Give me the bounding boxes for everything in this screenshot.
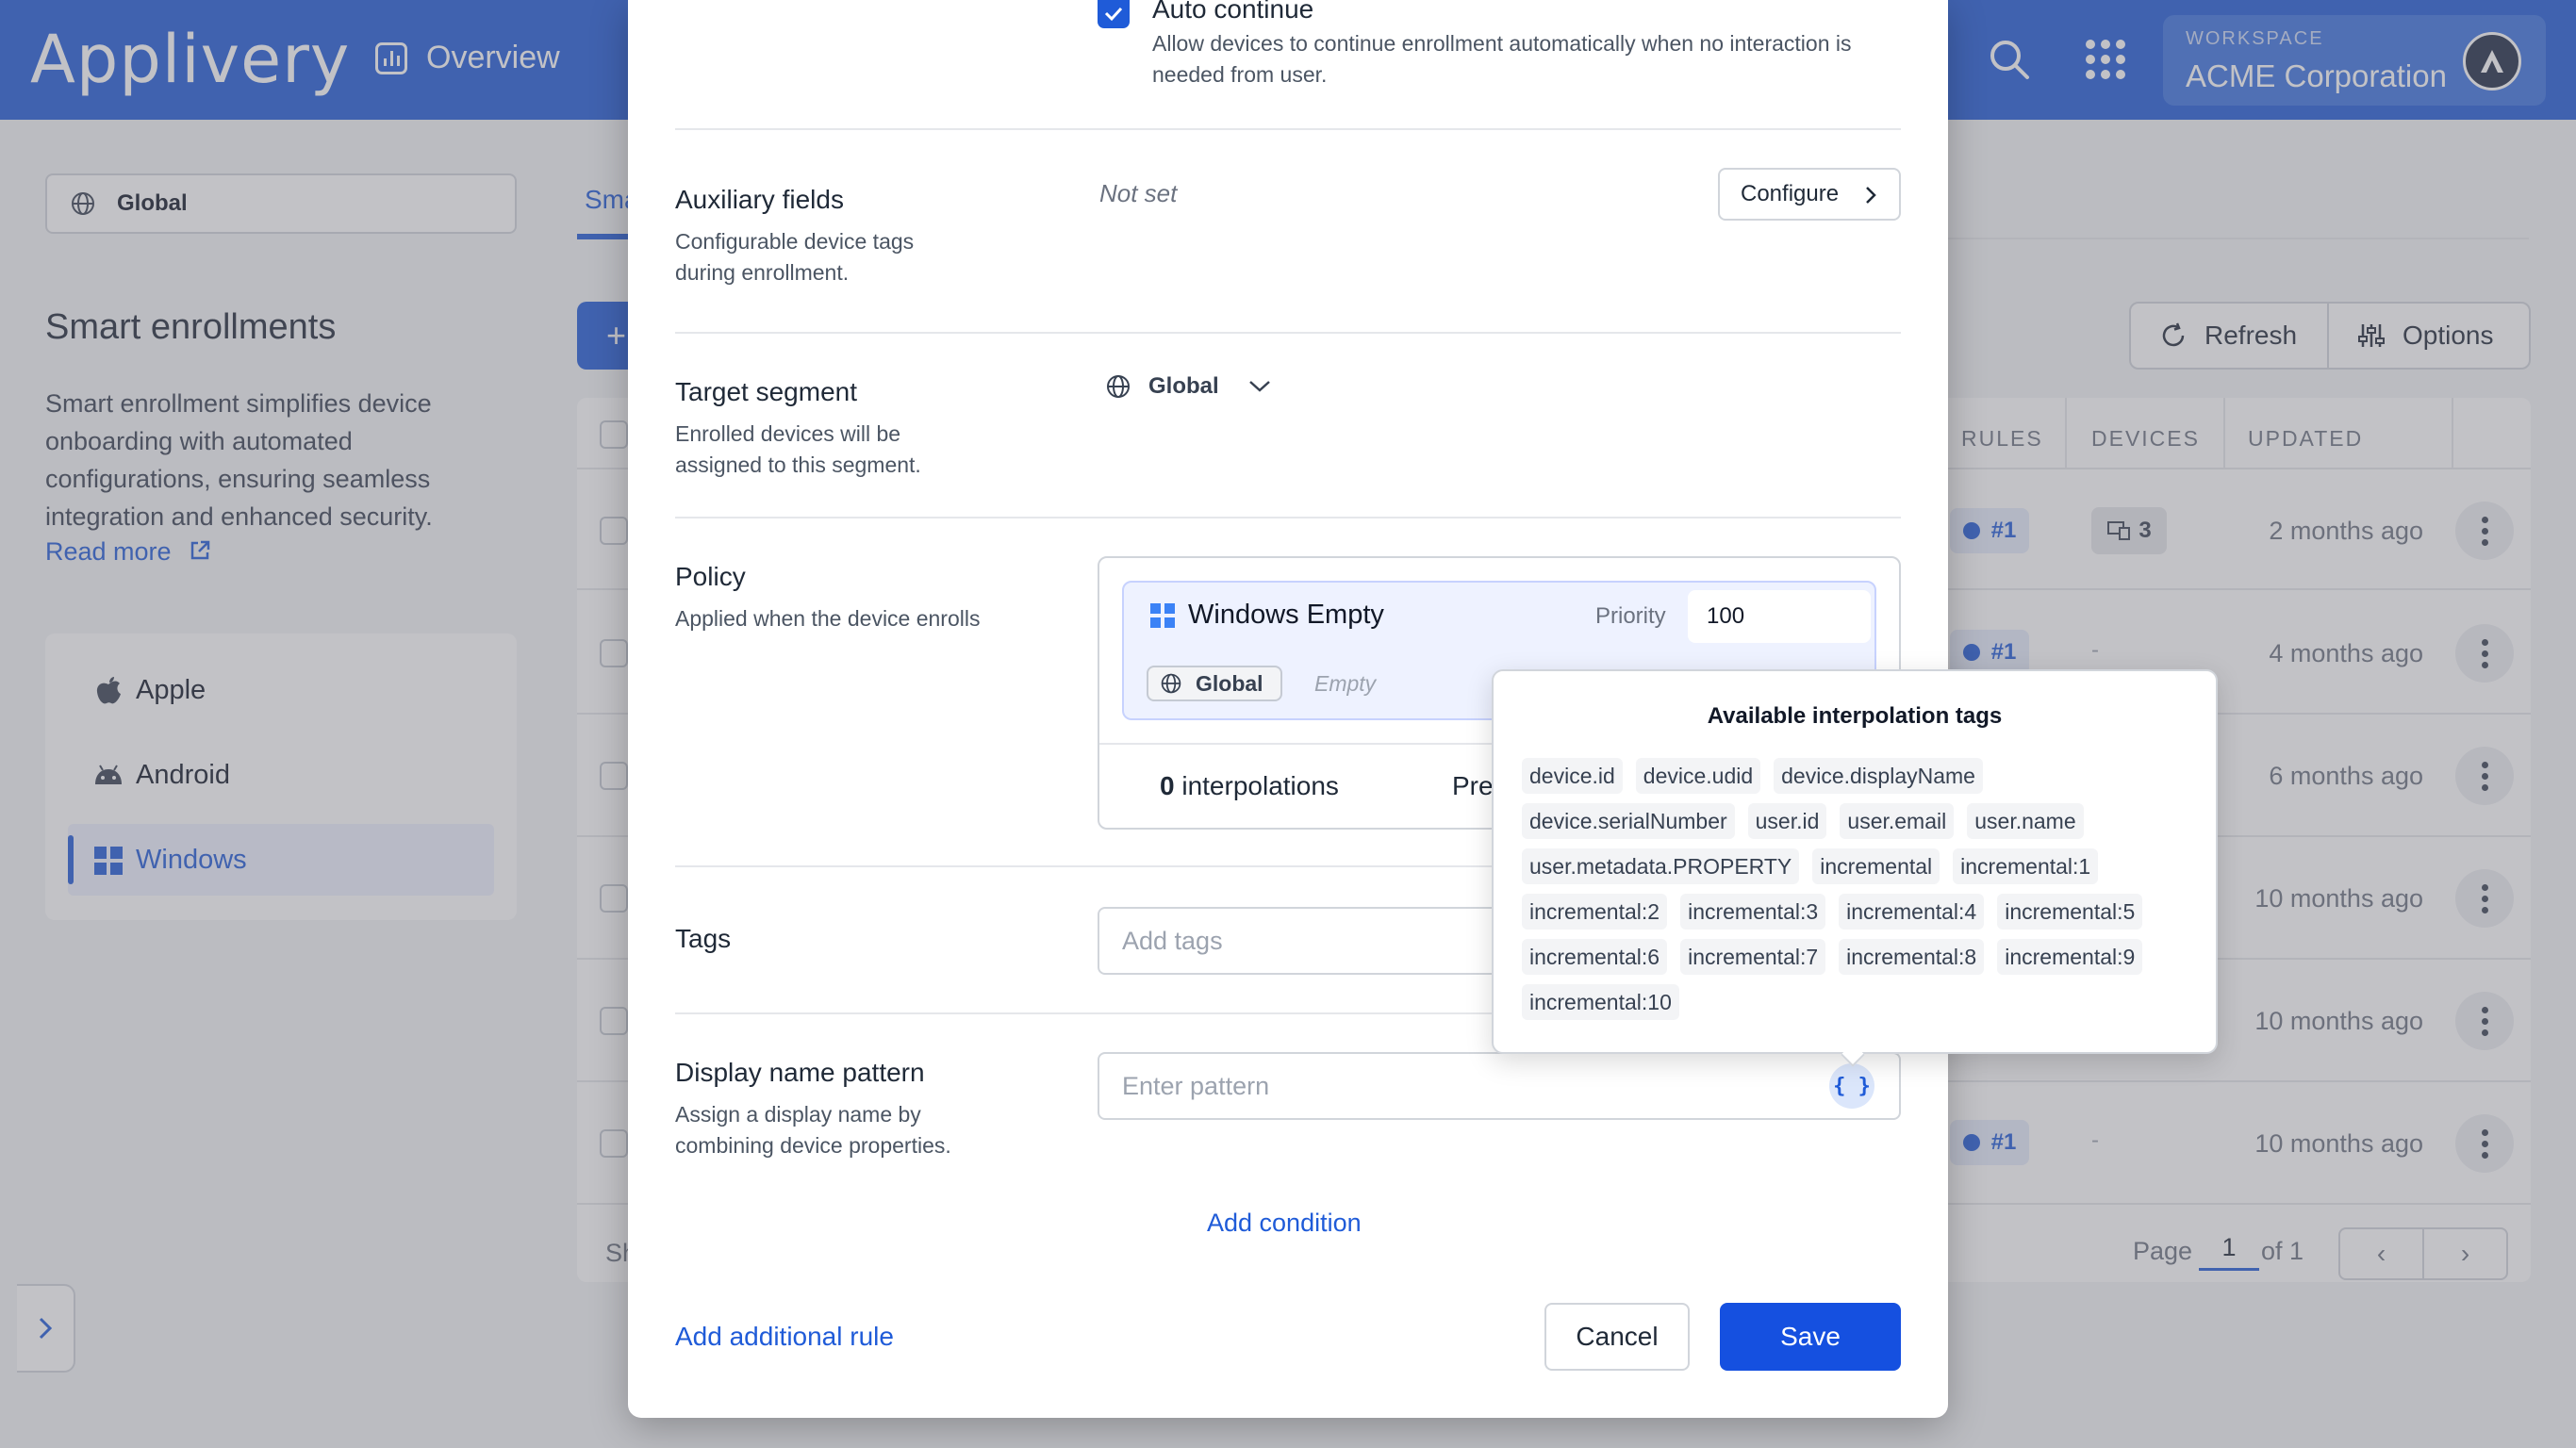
auto-continue-title: Auto continue (1152, 0, 1314, 24)
globe-icon (1161, 673, 1181, 694)
policy-segment-chip: Global (1147, 666, 1282, 701)
interpolations-count: 0 (1160, 771, 1175, 800)
interpolation-tag[interactable]: user.id (1747, 803, 1827, 839)
add-additional-rule-link[interactable]: Add additional rule (675, 1322, 894, 1352)
interpolation-tag[interactable]: user.name (1967, 803, 2084, 839)
interpolation-tag-list: device.id device.udid device.displayName… (1522, 758, 2201, 1020)
interpolation-tag[interactable]: incremental:1 (1953, 848, 2099, 884)
policy-title: Policy (675, 562, 746, 591)
policy-segment-label: Global (1196, 670, 1263, 696)
priority-input[interactable]: 100 (1688, 590, 1871, 643)
preview-tab[interactable]: Pre (1452, 771, 1494, 801)
target-segment-value: Global (1148, 373, 1219, 399)
interpolation-tag[interactable]: incremental:3 (1680, 894, 1826, 930)
auto-continue-checkbox[interactable] (1098, 0, 1130, 28)
save-button[interactable]: Save (1720, 1303, 1901, 1371)
auxiliary-fields-title: Auxiliary fields (675, 185, 844, 214)
windows-icon (1150, 603, 1175, 628)
interpolation-tags-popover: Available interpolation tags device.id d… (1492, 669, 2218, 1054)
display-name-title: Display name pattern (675, 1058, 925, 1087)
interpolation-tag[interactable]: incremental:7 (1680, 939, 1826, 975)
tags-title: Tags (675, 924, 732, 953)
priority-label: Priority (1595, 603, 1666, 629)
interpolation-tags-button[interactable]: { } (1829, 1063, 1874, 1109)
configure-button[interactable]: Configure (1718, 168, 1901, 221)
target-segment-description: Enrolled devices will be assigned to thi… (675, 421, 921, 477)
auxiliary-fields-description: Configurable device tags during enrollme… (675, 229, 915, 285)
target-segment-title: Target segment (675, 377, 857, 406)
interpolation-tag[interactable]: device.udid (1635, 758, 1761, 794)
display-name-description: Assign a display name by combining devic… (675, 1102, 951, 1158)
interpolation-tag[interactable]: incremental:10 (1522, 984, 1679, 1020)
auto-continue-description: Allow devices to continue enrollment aut… (1152, 31, 1852, 87)
interpolation-tag[interactable]: incremental:8 (1839, 939, 1985, 975)
interpolations-tab[interactable]: 0 interpolations (1160, 771, 1339, 801)
cancel-button[interactable]: Cancel (1544, 1303, 1690, 1371)
add-condition-link[interactable]: Add condition (1207, 1209, 1362, 1238)
section-divider (675, 128, 1901, 130)
interpolation-tag[interactable]: incremental:4 (1839, 894, 1985, 930)
interpolation-tag[interactable]: device.serialNumber (1522, 803, 1735, 839)
interpolation-tag[interactable]: incremental:5 (1997, 894, 2143, 930)
chevron-right-icon (1866, 187, 1876, 204)
section-divider (675, 517, 1901, 518)
chevron-down-icon (1248, 381, 1270, 392)
auxiliary-fields-value: Not set (1099, 179, 1178, 207)
interpolation-tag[interactable]: user.metadata.PROPERTY (1522, 848, 1800, 884)
globe-icon (1107, 375, 1130, 398)
policy-description: Applied when the device enrolls (675, 606, 981, 631)
popover-title: Available interpolation tags (1707, 703, 2003, 729)
configure-label: Configure (1741, 181, 1840, 206)
interpolation-tag[interactable]: incremental:9 (1997, 939, 2143, 975)
interpolations-label: interpolations (1181, 771, 1339, 800)
interpolation-tag[interactable]: incremental (1812, 848, 1940, 884)
policy-name: Windows Empty (1188, 600, 1384, 630)
display-name-pattern-input[interactable]: Enter pattern (1098, 1052, 1901, 1120)
checkmark-icon (1104, 7, 1123, 22)
interpolation-tag[interactable]: device.id (1522, 758, 1623, 794)
interpolation-tag[interactable]: device.displayName (1774, 758, 1983, 794)
section-divider (675, 332, 1901, 334)
interpolation-tag[interactable]: user.email (1840, 803, 1955, 839)
interpolation-tag[interactable]: incremental:6 (1522, 939, 1668, 975)
interpolation-tag[interactable]: incremental:2 (1522, 894, 1668, 930)
target-segment-select[interactable]: Global (1105, 373, 1272, 400)
policy-empty-text: Empty (1314, 671, 1377, 696)
